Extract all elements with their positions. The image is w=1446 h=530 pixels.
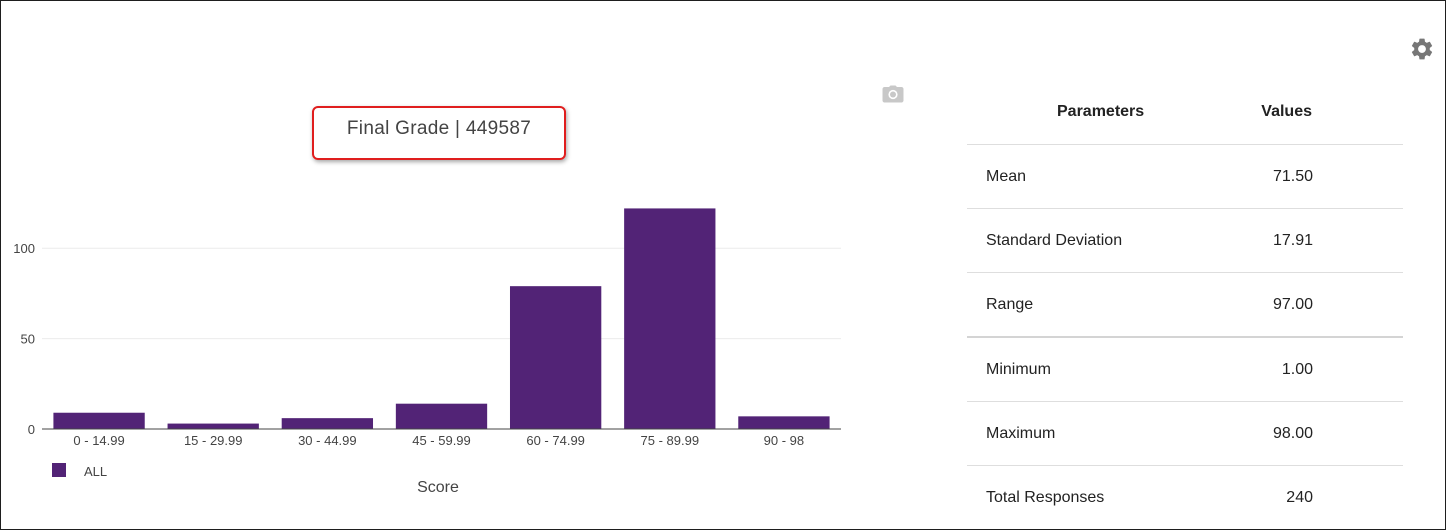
table-row: Mean 71.50 [967,145,1403,209]
x-tick-label: 90 - 98 [764,433,804,448]
bar[interactable] [509,286,602,429]
x-tick-label: 75 - 89.99 [641,433,700,448]
bar[interactable] [167,423,259,429]
x-tick-label: 15 - 29.99 [184,433,243,448]
legend-swatch[interactable] [52,463,66,477]
gear-icon[interactable] [1409,36,1435,62]
header-values: Values [1261,103,1312,120]
row-param: Total Responses [986,488,1105,506]
table-row: Range 97.00 [967,273,1403,338]
bar-chart: 0 50 100 0 - 14.99 15 - 29.99 30 - 44.99 45 -… [13,208,841,496]
row-param: Mean [986,167,1027,185]
row-value: 71.50 [1272,167,1313,185]
y-tick-label: 50 [21,332,35,347]
x-axis-title: Score [417,479,459,496]
x-tick-label: 45 - 59.99 [412,433,471,448]
row-value: 1.00 [1281,360,1313,378]
row-value: 17.91 [1272,231,1313,249]
row-value: 97.00 [1272,295,1313,313]
row-param: Range [986,295,1034,313]
table-row: Total Responses 240 [967,466,1403,529]
legend-label[interactable]: ALL [84,464,107,479]
table-row: Standard Deviation 17.91 [967,209,1403,273]
y-tick-label: 100 [13,241,35,256]
statistics-table: Parameters Values Mean 71.50 Standard De… [967,80,1403,529]
x-tick-label: 30 - 44.99 [298,433,357,448]
header-parameters: Parameters [1057,103,1145,120]
row-value: 240 [1286,488,1313,506]
bar[interactable] [738,416,830,429]
table-row: Minimum 1.00 [967,338,1403,402]
bar[interactable] [281,418,374,429]
table-header: Parameters Values [967,80,1403,145]
x-tick-label: 60 - 74.99 [526,433,585,448]
bar[interactable] [395,403,488,429]
bar[interactable] [624,208,716,429]
y-tick-label: 0 [28,422,35,437]
row-value: 98.00 [1272,424,1313,442]
row-param: Minimum [986,360,1051,378]
row-param: Standard Deviation [986,231,1123,249]
table-row: Maximum 98.00 [967,402,1403,466]
bar[interactable] [53,412,145,429]
row-param: Maximum [986,424,1056,442]
x-tick-label: 0 - 14.99 [73,433,124,448]
